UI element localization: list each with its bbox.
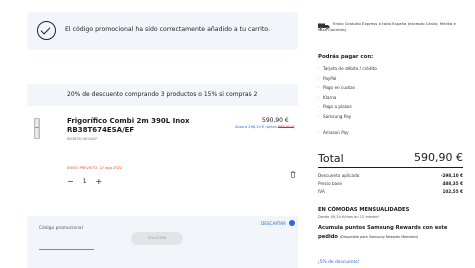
product-name[interactable]: Frigorífico Combi 2m 390L Inox RB38T674E… bbox=[67, 117, 207, 134]
promo-banner-text: 20% de descuento comprando 3 productos o… bbox=[67, 91, 258, 98]
promo-banner: 20% de descuento comprando 3 productos o… bbox=[27, 84, 298, 106]
product-price: 590,90 € bbox=[262, 117, 289, 124]
notice-text: El código promocional ha sido correctame… bbox=[65, 26, 270, 33]
payment-method: Tarjeta de débito / crédito bbox=[318, 64, 377, 74]
row-label: Precio base bbox=[318, 181, 342, 186]
coupon-label: Código promocional bbox=[39, 226, 83, 231]
row-label: IVA bbox=[318, 189, 325, 194]
rewards-info: Acumula puntos Samsung Rewards con este … bbox=[318, 224, 468, 242]
financing-subtitle: Desde 49,24 €/mes en 12 meses* bbox=[318, 215, 379, 219]
product-saving: Ahorra 298,10 € (antes 889,00 €) bbox=[235, 125, 295, 129]
row-value: 488,35 € bbox=[442, 181, 463, 186]
saving-suffix: ) bbox=[293, 125, 296, 129]
quantity-stepper: − 1 + bbox=[67, 175, 102, 187]
old-price: 889,00 € bbox=[277, 125, 294, 129]
total-divider bbox=[318, 167, 463, 168]
payment-method: PayPal bbox=[318, 74, 377, 84]
total-label: Total bbox=[318, 152, 344, 165]
payment-method: Amazon Pay bbox=[318, 128, 377, 138]
row-value: 102,55 € bbox=[442, 189, 463, 194]
shipping-estimate: ENVÍO PREVISTO: 27 ago 2022 bbox=[67, 166, 123, 170]
total-value: 590,90 € bbox=[414, 151, 463, 164]
product-sku: RB38T674ESA/EF bbox=[67, 137, 98, 141]
check-circle-icon bbox=[37, 21, 56, 40]
summary-row-base: Precio base 488,35 € bbox=[318, 180, 463, 188]
trash-icon[interactable] bbox=[290, 171, 296, 178]
promo-success-notice: El código promocional ha sido correctame… bbox=[27, 12, 298, 50]
summary-row-discount: Descuento aplicado -298,10 € bbox=[318, 172, 463, 180]
apply-coupon-button[interactable]: SOLICITAR bbox=[131, 232, 183, 245]
shipping-info: Envío Gratuito Express a toda España (ex… bbox=[318, 21, 456, 32]
payment-method: Samsung Pay bbox=[318, 112, 377, 122]
rewards-note: (Disponible para Samsung Rewards Members… bbox=[339, 235, 419, 239]
quantity-value[interactable]: 1 bbox=[83, 178, 87, 185]
product-image[interactable] bbox=[34, 118, 40, 139]
info-icon bbox=[288, 220, 295, 226]
payment-methods-list: Tarjeta de débito / crédito PayPal Pago … bbox=[318, 64, 377, 137]
payment-method: Pago a plazos bbox=[318, 102, 377, 112]
discard-coupon-link[interactable]: DESCARTAR bbox=[261, 220, 295, 226]
payment-methods-title: Podrás pagar con: bbox=[318, 54, 374, 60]
decrease-quantity-button[interactable]: − bbox=[67, 177, 74, 186]
coupon-input[interactable] bbox=[39, 249, 94, 250]
row-label: Descuento aplicado bbox=[318, 173, 360, 178]
financing-title: EN CÓMODAS MENSUALIDADES bbox=[318, 207, 410, 213]
payment-method: Pago en cuotas bbox=[318, 83, 377, 93]
payment-method: Klarna bbox=[318, 93, 377, 103]
discard-label[interactable]: DESCARTAR bbox=[261, 221, 286, 226]
row-value: -298,10 € bbox=[440, 173, 463, 178]
increase-quantity-button[interactable]: + bbox=[96, 177, 103, 186]
extra-discount-link[interactable]: ¡5% de descuento! bbox=[318, 260, 360, 265]
saving-prefix: Ahorra 298,10 € (antes bbox=[235, 125, 278, 129]
summary-row-iva: IVA 102,55 € bbox=[318, 188, 463, 196]
